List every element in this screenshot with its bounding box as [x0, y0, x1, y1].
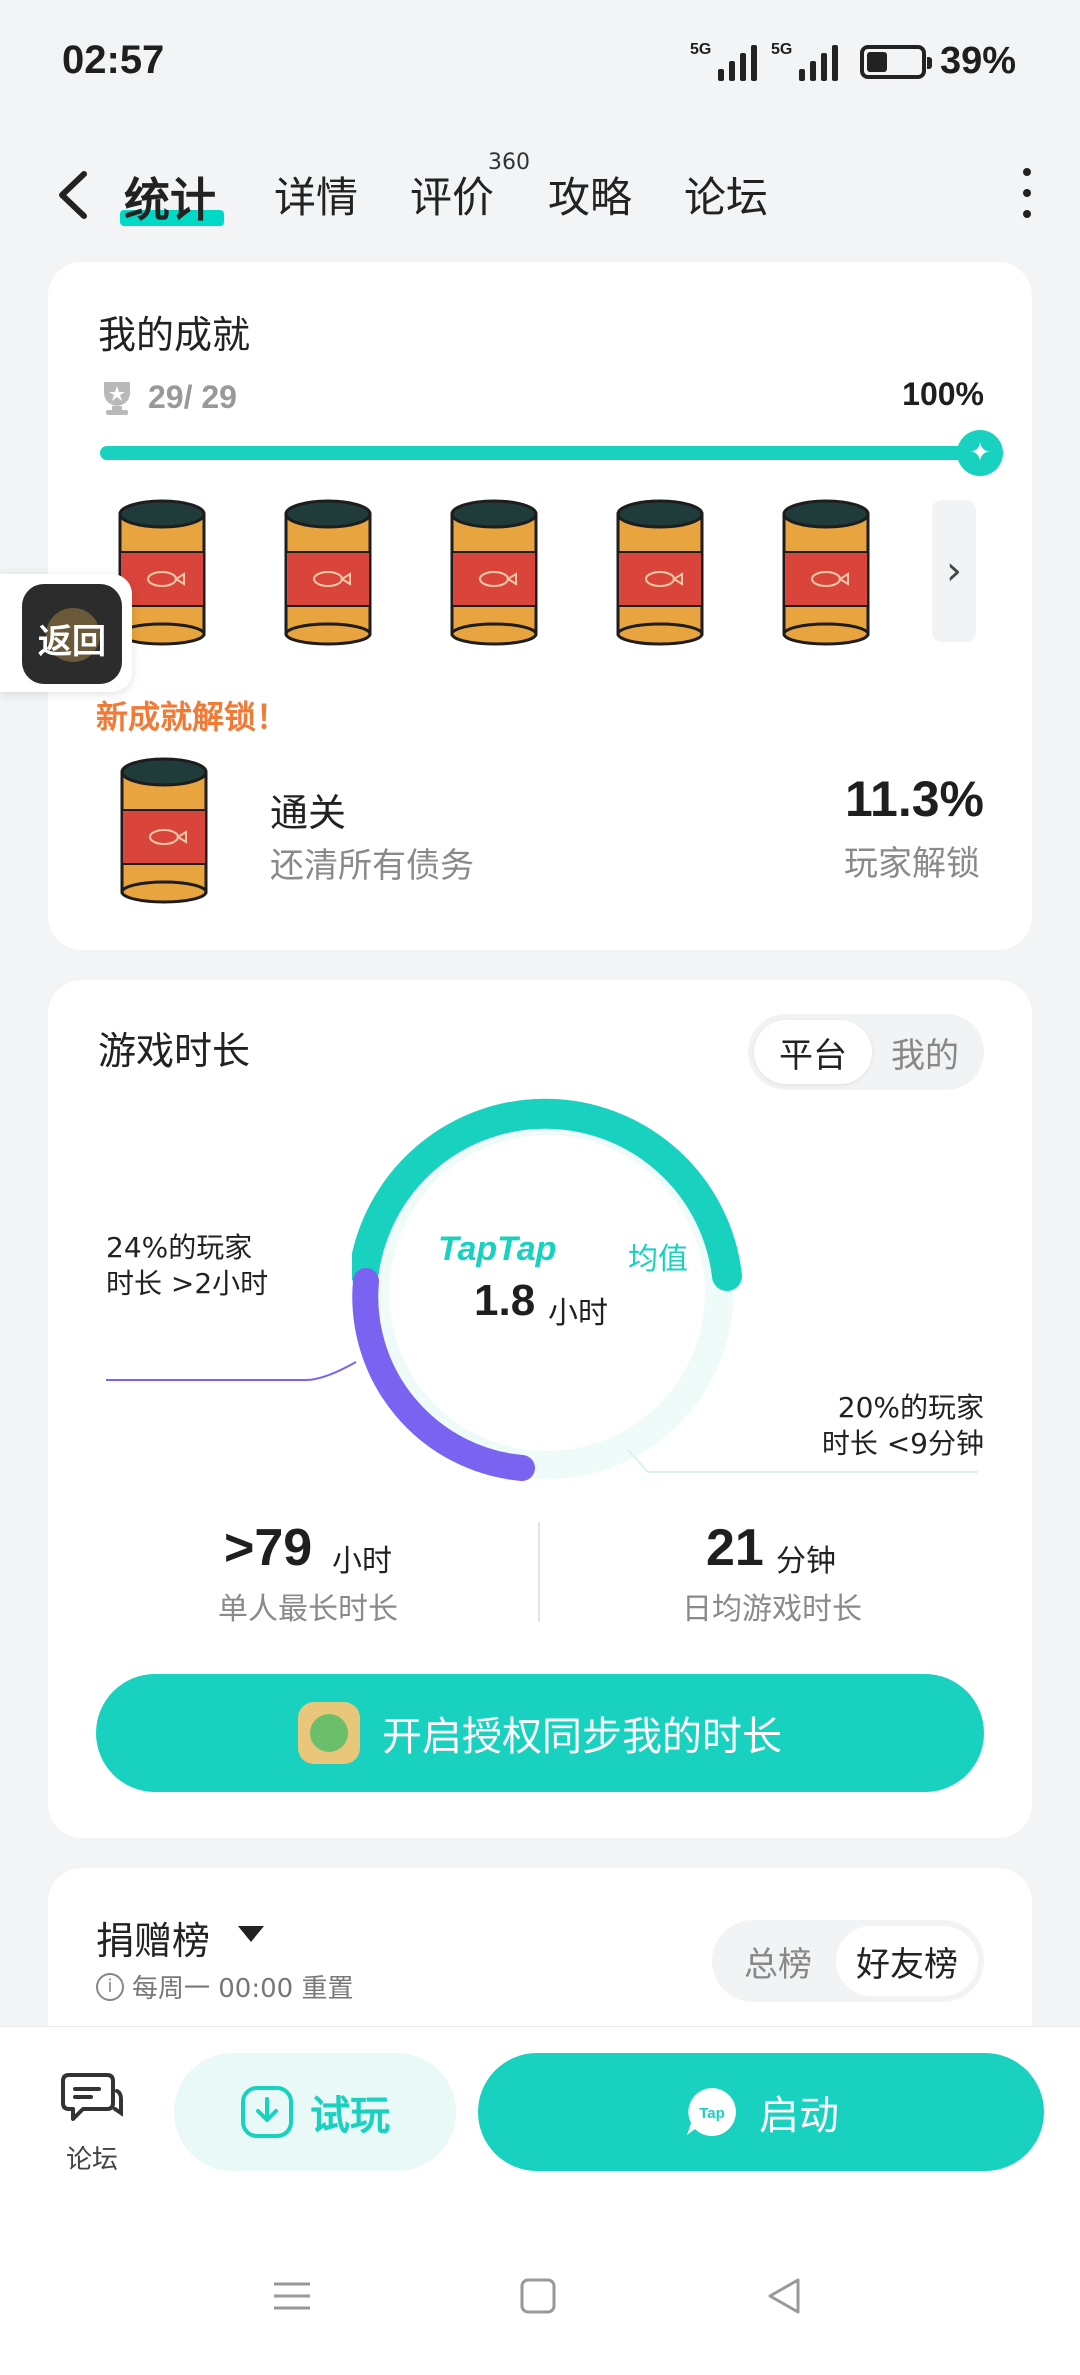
achievements-card: 我的成就 29/ 29 100% ✦ › 新成就解锁！ 通关 还清所有债务 11…	[48, 262, 1032, 950]
unlock-description: 还清所有债务	[270, 846, 474, 886]
back-button[interactable]	[48, 160, 98, 230]
signal-icon-2: 5G	[771, 41, 838, 81]
unlock-percent-label: 玩家解锁	[844, 844, 980, 884]
achievements-count: 29/ 29	[100, 378, 237, 416]
toggle-total[interactable]: 总榜	[720, 1926, 836, 1996]
achievements-title: 我的成就	[98, 313, 251, 357]
right-annotation: 20%的玩家 时长 <9分钟	[821, 1391, 984, 1460]
achievements-progress-bar	[100, 446, 980, 460]
battery-icon	[859, 44, 932, 79]
achievement-can-icon[interactable]	[448, 498, 540, 646]
donation-toggle: 总榜 好友榜	[712, 1920, 984, 2002]
achievement-can-icon[interactable]	[282, 498, 374, 646]
new-unlock-label: 新成就解锁！	[96, 698, 289, 736]
battery-percent: 39%	[939, 40, 1016, 82]
chevron-right-icon: ›	[946, 548, 962, 594]
top-nav: 统计 详情 评价 360 攻略 论坛	[0, 150, 1080, 240]
status-bar: 02:57 5G 5G 39%	[0, 0, 1080, 130]
more-menu-button[interactable]	[1012, 168, 1042, 218]
average-value: 1.8	[474, 1276, 536, 1325]
menu-icon[interactable]	[262, 2266, 322, 2326]
achievements-percent: 100%	[902, 376, 984, 412]
forum-label: 论坛	[65, 2145, 118, 2175]
trial-button[interactable]: 试玩	[174, 2053, 456, 2171]
tab-guides[interactable]: 攻略	[548, 164, 632, 225]
sync-auth-label: 开启授权同步我的时长	[382, 1714, 782, 1760]
launch-label: 启动	[759, 2093, 839, 2139]
trial-label: 试玩	[310, 2093, 390, 2139]
svg-text:Tap: Tap	[699, 2105, 725, 2122]
chevron-left-icon	[59, 171, 87, 219]
signal-icon: 5G	[690, 41, 757, 81]
download-icon	[241, 2086, 293, 2138]
info-icon: i	[96, 1972, 124, 2001]
max-time-value: >79	[224, 1519, 313, 1577]
chat-bubble-icon	[61, 2073, 123, 2121]
daily-time-unit: 分钟	[776, 1544, 836, 1579]
achievements-progress-fill	[100, 446, 980, 460]
status-time: 02:57	[62, 38, 165, 82]
average-label: 均值	[628, 1242, 688, 1277]
tap-logo-icon: Tap	[687, 2088, 736, 2136]
tab-forum[interactable]: 论坛	[684, 164, 768, 225]
forum-button[interactable]: 论坛	[56, 2069, 128, 2176]
home-icon[interactable]	[508, 2266, 568, 2326]
tab-details[interactable]: 详情	[274, 164, 358, 225]
achievements-more-button[interactable]: ›	[932, 500, 976, 642]
achievement-can-icon[interactable]	[780, 498, 872, 646]
stats-divider	[538, 1522, 540, 1622]
donation-reset-note: i 每周一 00:00 重置	[96, 1968, 353, 2005]
tab-stats[interactable]: 统计	[124, 164, 216, 230]
frog-avatar-icon	[298, 1702, 360, 1764]
daily-time-value: 21	[706, 1519, 764, 1577]
caret-down-icon[interactable]	[238, 1926, 264, 1942]
achievement-can-icon[interactable]	[614, 498, 706, 646]
taptap-brand: TapTap	[438, 1230, 557, 1268]
bottom-action-bar: 论坛 试玩 Tap 启动	[0, 2026, 1080, 2216]
floating-return-label: 返回	[38, 622, 106, 662]
progress-star-icon: ✦	[957, 430, 1003, 476]
max-time-unit: 小时	[332, 1544, 392, 1579]
unlock-name: 通关	[270, 791, 347, 835]
toggle-friends[interactable]: 好友榜	[836, 1926, 978, 1996]
floating-return-button[interactable]: 返回	[0, 574, 132, 692]
toggle-mine[interactable]: 我的	[866, 1020, 984, 1084]
trophy-icon	[104, 382, 130, 415]
left-annotation: 24%的玩家 时长 >2小时	[106, 1231, 269, 1300]
system-nav-bar	[0, 2216, 1080, 2375]
achievement-list	[116, 498, 936, 648]
donation-title[interactable]: 捐赠榜	[96, 1910, 210, 1965]
play-time-title: 游戏时长	[98, 1029, 251, 1073]
unlocked-achievement-icon	[118, 756, 210, 904]
unlock-percent: 11.3%	[844, 771, 984, 827]
sync-auth-button[interactable]: 开启授权同步我的时长	[96, 1674, 984, 1792]
reviews-count-badge: 360	[488, 150, 530, 175]
play-time-card: 游戏时长 平台 我的 TapTap 均值 1.8 小时 24%的玩家 时长 >2…	[48, 980, 1032, 1838]
daily-time-label: 日均游戏时长	[682, 1592, 862, 1627]
launch-button[interactable]: Tap 启动	[478, 2053, 1044, 2171]
play-time-toggle: 平台 我的	[748, 1014, 984, 1090]
game-avatar: 返回	[22, 584, 122, 684]
back-nav-icon[interactable]	[754, 2266, 814, 2326]
tab-reviews[interactable]: 评价	[410, 164, 494, 225]
max-time-label: 单人最长时长	[218, 1592, 398, 1627]
average-unit: 小时	[548, 1296, 608, 1331]
toggle-platform[interactable]: 平台	[754, 1020, 872, 1084]
status-icons: 5G 5G 39%	[690, 40, 1016, 83]
